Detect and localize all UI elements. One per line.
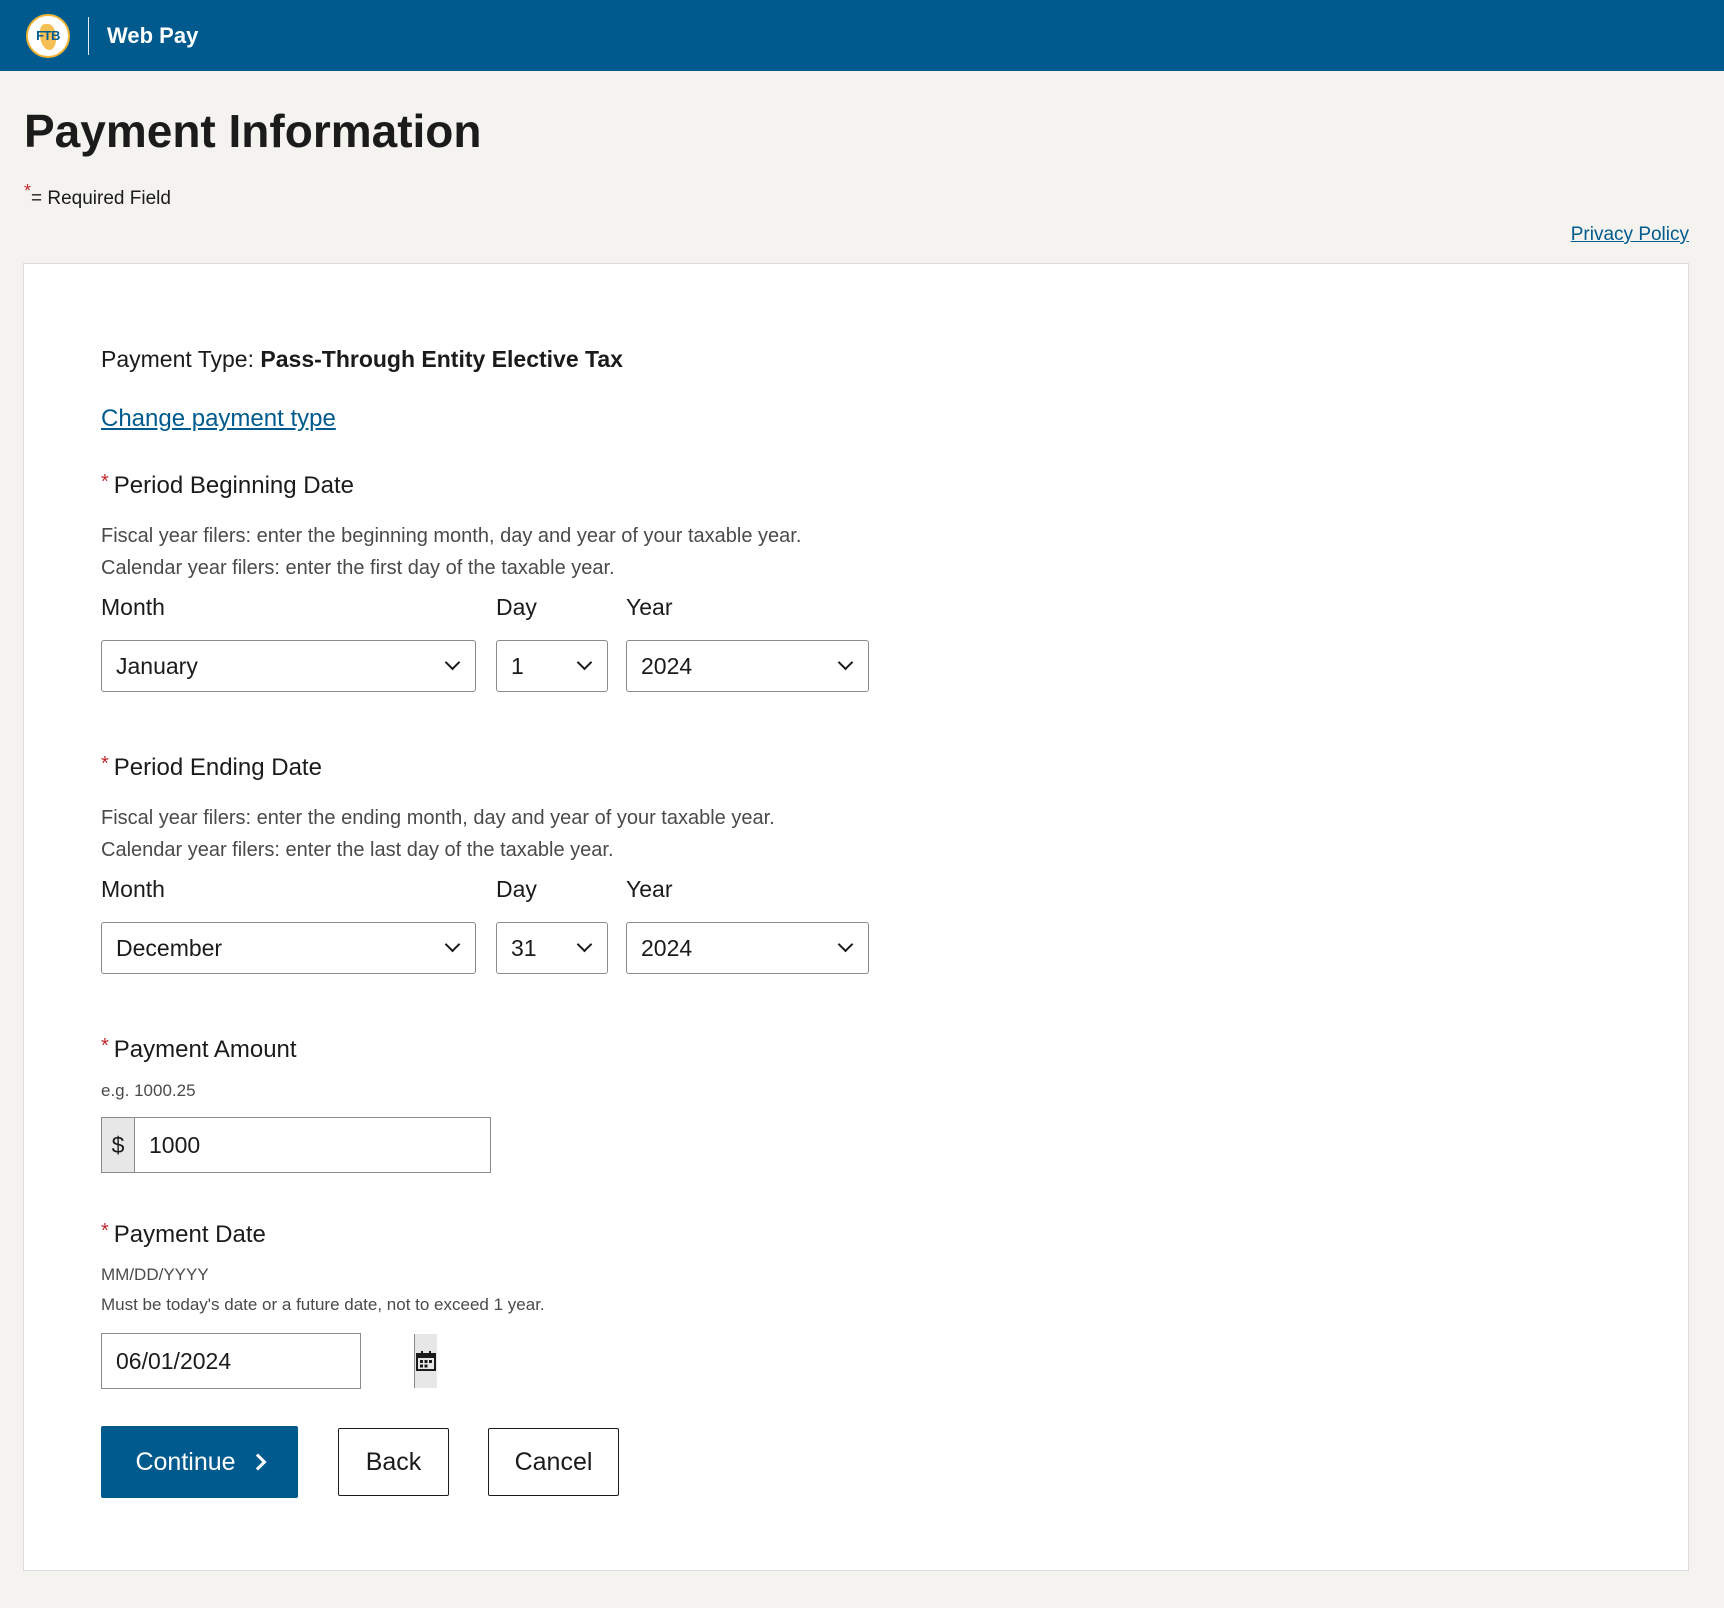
end-day-select[interactable]: 31 (496, 922, 608, 974)
end-day-value: 31 (511, 934, 537, 961)
payment-date-field (101, 1333, 437, 1389)
required-star: * (101, 471, 109, 493)
period-beginning-help-2: Calendar year filers: enter the first da… (101, 557, 615, 579)
end-month-select[interactable]: December (101, 922, 476, 974)
begin-month-select[interactable]: January (101, 640, 476, 692)
end-year-select[interactable]: 2024 (626, 922, 869, 974)
payment-amount-hint: e.g. 1000.25 (101, 1081, 196, 1100)
change-payment-type-link[interactable]: Change payment type (101, 405, 336, 433)
calendar-button[interactable] (414, 1334, 437, 1388)
top-bar: FTB Web Pay (0, 0, 1724, 71)
back-label: Back (365, 1447, 422, 1476)
payment-form-card: Payment Type: Pass-Through Entity Electi… (23, 263, 1689, 1571)
payment-date-format-hint: MM/DD/YYYY (101, 1265, 209, 1284)
begin-day-select[interactable]: 1 (496, 640, 608, 692)
ftb-logo[interactable]: FTB (26, 13, 70, 58)
chevron-right-icon (249, 1453, 267, 1471)
continue-label: Continue (135, 1447, 236, 1476)
chevron-down-icon (444, 654, 461, 671)
back-button[interactable]: Back (338, 1428, 449, 1496)
begin-year-select[interactable]: 2024 (626, 640, 869, 692)
begin-year-label: Year (626, 594, 673, 620)
required-note-text: = Required Field (31, 188, 171, 209)
payment-amount-label: * Payment Amount (101, 1035, 297, 1064)
chevron-down-icon (837, 936, 854, 953)
payment-date-input[interactable] (102, 1334, 414, 1388)
required-star: * (101, 1035, 109, 1057)
begin-year-value: 2024 (641, 652, 693, 679)
payment-amount-field: $ (101, 1117, 491, 1173)
begin-day-value: 1 (511, 652, 524, 679)
end-day-label: Day (496, 876, 537, 902)
chevron-down-icon (576, 654, 593, 671)
payment-amount-text: Payment Amount (113, 1036, 297, 1063)
cancel-label: Cancel (514, 1447, 593, 1476)
required-star: * (24, 181, 32, 201)
logo-text: FTB (36, 28, 60, 43)
begin-day-label: Day (496, 594, 537, 620)
page-title: Payment Information (24, 105, 482, 157)
period-beginning-help-1: Fiscal year filers: enter the beginning … (101, 525, 802, 547)
period-ending-label: * Period Ending Date (101, 753, 322, 782)
begin-month-value: January (116, 652, 198, 679)
payment-amount-input[interactable] (135, 1118, 490, 1172)
payment-type-label: Payment Type: (101, 346, 254, 372)
payment-type-value: Pass-Through Entity Elective Tax (260, 346, 623, 372)
end-year-label: Year (626, 876, 673, 902)
payment-date-rule-hint: Must be today's date or a future date, n… (101, 1295, 545, 1314)
period-ending-help-1: Fiscal year filers: enter the ending mon… (101, 807, 775, 829)
continue-button[interactable]: Continue (101, 1426, 298, 1498)
payment-date-label: * Payment Date (101, 1220, 266, 1249)
cancel-button[interactable]: Cancel (488, 1428, 619, 1496)
payment-date-text: Payment Date (113, 1221, 266, 1248)
period-beginning-text: Period Beginning Date (113, 472, 354, 499)
calendar-icon (416, 1351, 436, 1371)
end-year-value: 2024 (641, 934, 693, 961)
chevron-down-icon (837, 654, 854, 671)
required-star: * (101, 753, 109, 775)
chevron-down-icon (576, 936, 593, 953)
app-title[interactable]: Web Pay (107, 23, 198, 49)
chevron-down-icon (444, 936, 461, 953)
end-month-value: December (116, 934, 223, 961)
period-ending-help-2: Calendar year filers: enter the last day… (101, 839, 614, 861)
begin-month-label: Month (101, 594, 165, 620)
end-month-label: Month (101, 876, 165, 902)
period-beginning-label: * Period Beginning Date (101, 471, 354, 500)
privacy-policy-link[interactable]: Privacy Policy (1571, 224, 1689, 246)
payment-type: Payment Type: Pass-Through Entity Electi… (101, 346, 623, 373)
required-field-note: *= Required Field (24, 181, 171, 210)
period-ending-text: Period Ending Date (113, 754, 322, 781)
required-star: * (101, 1220, 109, 1242)
header-divider (88, 16, 89, 55)
dollar-prefix: $ (102, 1118, 135, 1172)
